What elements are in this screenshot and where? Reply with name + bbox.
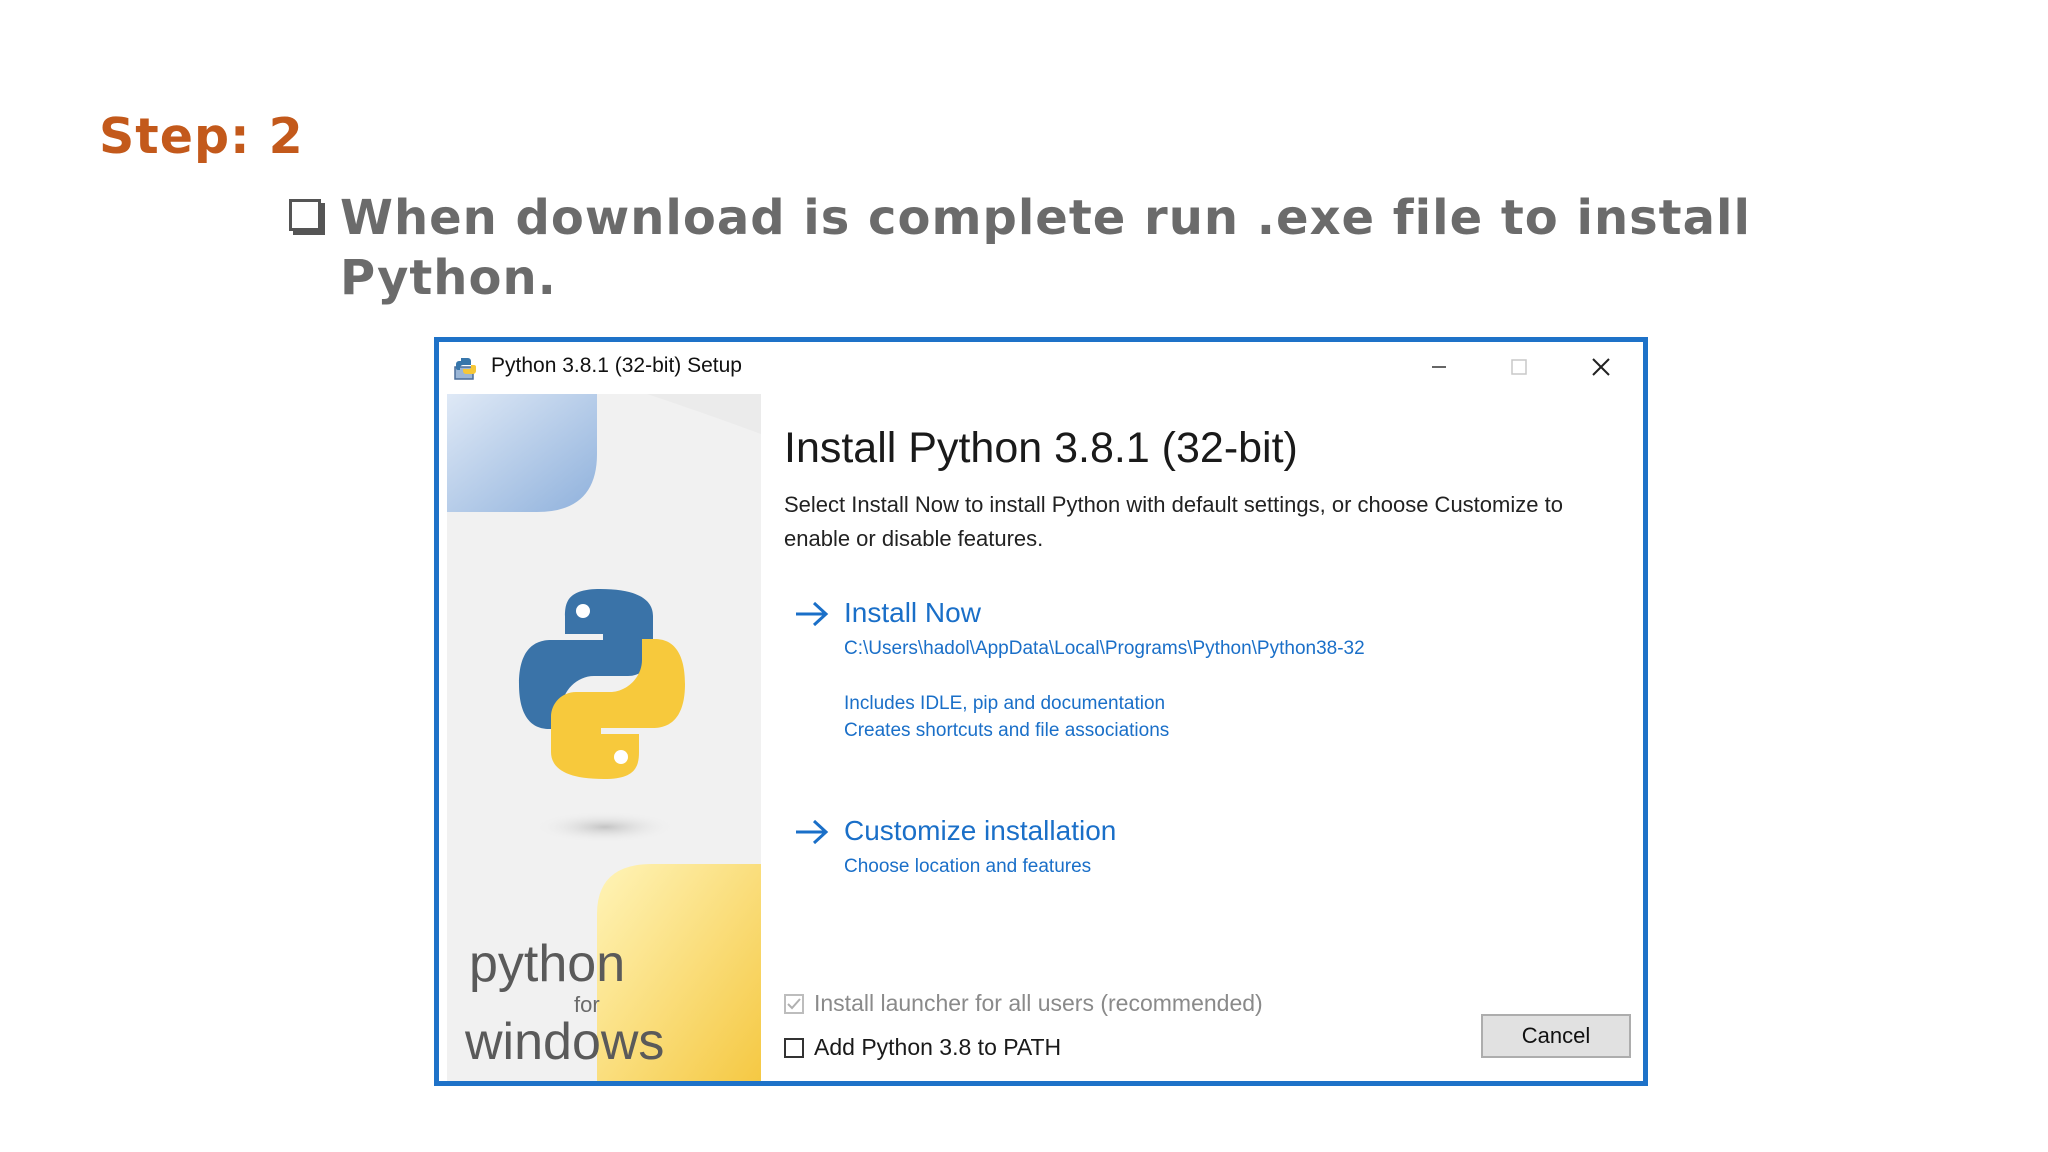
brand-python: python [469, 935, 626, 993]
customize-label[interactable]: Customize installation [844, 815, 1116, 847]
setup-window: Python 3.8.1 (32-bit) Setup python for w… [434, 337, 1648, 1086]
arrow-right-icon [796, 819, 829, 845]
checkmark-icon [787, 997, 801, 1009]
title-bar[interactable]: Python 3.8.1 (32-bit) Setup [439, 342, 1643, 394]
minimize-icon [1432, 366, 1446, 368]
install-now-option[interactable]: Install Now C:\Users\hadol\AppData\Local… [794, 597, 1494, 747]
installer-description: Select Install Now to install Python wit… [784, 492, 1563, 551]
close-button[interactable] [1581, 350, 1621, 384]
bullet-checkbox-icon [289, 199, 321, 231]
installer-heading: Install Python 3.8.1 (32-bit) [784, 424, 1298, 472]
step-title: Step: 2 [99, 108, 304, 165]
window-title: Python 3.8.1 (32-bit) Setup [491, 354, 742, 377]
install-now-label[interactable]: Install Now [844, 597, 981, 629]
maximize-button[interactable] [1499, 350, 1539, 384]
cancel-button[interactable]: Cancel [1481, 1014, 1631, 1058]
arrow-right-icon [796, 601, 829, 627]
branding-sidebar: python for windows [447, 394, 761, 1081]
install-detail-idle: Includes IDLE, pip and documentation [844, 693, 1166, 714]
minimize-button[interactable] [1419, 350, 1459, 384]
close-icon [1592, 358, 1610, 376]
customize-option[interactable]: Customize installation Choose location a… [794, 815, 1214, 885]
launcher-checkbox-label: Install launcher for all users (recommen… [814, 990, 1263, 1016]
python-setup-icon [454, 358, 476, 380]
python-logo [519, 589, 685, 779]
install-path: C:\Users\hadol\AppData\Local\Programs\Py… [844, 638, 1365, 659]
maximize-icon [1511, 359, 1527, 375]
bullet-text: When download is complete run .exe file … [340, 190, 1751, 306]
launcher-checkbox[interactable] [784, 993, 804, 1014]
launcher-checkbox-row: Install launcher for all users (recommen… [784, 990, 1263, 1017]
add-to-path-label[interactable]: Add Python 3.8 to PATH [814, 1034, 1061, 1061]
path-checkbox-row: Add Python 3.8 to PATH [784, 1034, 1061, 1061]
add-to-path-checkbox[interactable] [784, 1037, 804, 1058]
customize-detail: Choose location and features [844, 856, 1092, 877]
install-detail-shortcuts: Creates shortcuts and file associations [844, 720, 1170, 741]
brand-windows: windows [465, 1013, 665, 1071]
